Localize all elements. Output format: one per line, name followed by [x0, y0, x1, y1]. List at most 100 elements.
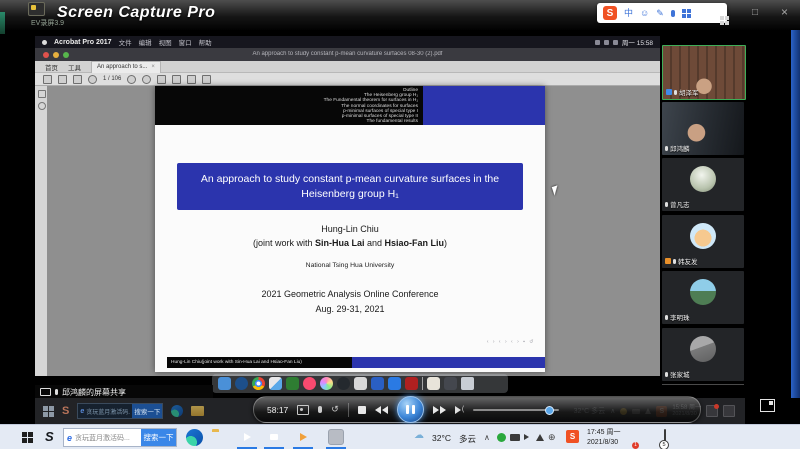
- search-icon[interactable]: [88, 75, 97, 84]
- comment-icon[interactable]: [187, 75, 196, 84]
- mic-icon[interactable]: [671, 10, 675, 17]
- close-tab-icon[interactable]: ×: [151, 64, 155, 70]
- clock[interactable]: 17:45 周一 2021/8/30: [587, 428, 620, 447]
- page-indicator[interactable]: 1 / 106: [103, 76, 121, 82]
- apple-logo-icon[interactable]: [42, 40, 47, 45]
- message-icon[interactable]: [723, 405, 735, 417]
- participant-name: 邱鸿麟: [670, 143, 690, 153]
- sogou-taskbar-icon[interactable]: S: [62, 405, 69, 417]
- battery-icon[interactable]: [613, 40, 618, 45]
- loop-icon[interactable]: ↺: [331, 405, 339, 414]
- speaker-icon[interactable]: [524, 434, 529, 440]
- file-explorer-icon[interactable]: [191, 406, 204, 416]
- pencil-icon[interactable]: ✎: [656, 9, 664, 18]
- dock-meeting-icon[interactable]: [388, 377, 401, 390]
- pause-button[interactable]: [397, 396, 424, 423]
- zoom-out-icon[interactable]: [127, 75, 136, 84]
- dock-browser-icon[interactable]: [235, 377, 248, 390]
- participant-tile[interactable]: 李明珠: [662, 271, 744, 324]
- mac-dock[interactable]: [212, 374, 508, 393]
- print-icon[interactable]: [73, 75, 82, 84]
- sogou-input-toolbar[interactable]: S 中 ☺ ✎: [597, 3, 727, 23]
- dock-photos-icon[interactable]: [320, 377, 333, 390]
- search-button[interactable]: 搜索一下: [141, 429, 176, 446]
- security-tray-icon[interactable]: [497, 433, 506, 442]
- sogou-logo-icon[interactable]: S: [603, 6, 617, 20]
- participant-tile[interactable]: 韩友发: [662, 215, 744, 268]
- dock-files-icon[interactable]: [427, 377, 440, 390]
- participant-tile[interactable]: 曾凡志: [662, 158, 744, 211]
- page-fit-icon[interactable]: [157, 75, 166, 84]
- dock-chrome-icon[interactable]: [252, 377, 265, 390]
- status-icon[interactable]: [595, 40, 600, 45]
- search-button[interactable]: 搜索一下: [132, 404, 162, 418]
- rewind-button[interactable]: [375, 406, 388, 414]
- dock-finder-icon[interactable]: [218, 377, 231, 390]
- grid-icon[interactable]: [682, 9, 691, 18]
- wifi-icon[interactable]: [604, 40, 609, 45]
- start-button-icon[interactable]: [43, 406, 54, 417]
- sogou-taskbar-icon[interactable]: S: [45, 429, 54, 444]
- participant-tile[interactable]: 张家城: [662, 328, 744, 381]
- tray-chevron-icon[interactable]: ∧: [484, 433, 490, 442]
- weather-icon[interactable]: ☁: [414, 430, 424, 441]
- sogou-tray-icon[interactable]: S: [566, 430, 579, 443]
- highlight-icon[interactable]: [202, 75, 211, 84]
- rotate-icon[interactable]: [172, 75, 181, 84]
- app-icon[interactable]: [328, 429, 344, 445]
- participant-tile[interactable]: 胡泽军: [662, 45, 746, 100]
- taskbar-search-box[interactable]: e 贪玩蓝月激活码... 搜索一下: [77, 403, 163, 419]
- dock-maps-icon[interactable]: [269, 377, 282, 390]
- mic-icon[interactable]: [318, 406, 322, 413]
- attachments-panel-icon[interactable]: [38, 102, 46, 110]
- lang-toggle-icon[interactable]: 中: [624, 9, 633, 18]
- tab-tools[interactable]: 工具: [68, 62, 81, 72]
- action-center-icon[interactable]: 5: [664, 429, 666, 448]
- beamer-nav-icons[interactable]: ‹ › ‹ › ‹ › ▪ ↺: [487, 339, 535, 345]
- dock-trash-icon[interactable]: [461, 377, 474, 390]
- menubar-clock[interactable]: 周一 15:58: [622, 37, 653, 47]
- dock-excel-icon[interactable]: [286, 377, 299, 390]
- edge-icon[interactable]: [186, 429, 203, 446]
- dock-word-icon[interactable]: [371, 377, 384, 390]
- menu-edit[interactable]: 编辑: [139, 37, 152, 47]
- popout-icon[interactable]: [760, 399, 775, 412]
- volume-slider-knob[interactable]: [545, 406, 554, 415]
- dock-acrobat-icon[interactable]: [405, 377, 418, 390]
- fast-forward-button[interactable]: [433, 406, 446, 414]
- start-button-icon[interactable]: [22, 432, 33, 443]
- menubar-app-name[interactable]: Acrobat Pro 2017: [54, 39, 112, 46]
- weather-desc[interactable]: 多云: [459, 433, 476, 445]
- taskbar-search-box[interactable]: e 贪玩蓝月激活码... 搜索一下: [63, 428, 177, 447]
- keyboard-icon[interactable]: [510, 434, 520, 441]
- weather-temp[interactable]: 32°C: [432, 433, 451, 443]
- participant-tile[interactable]: 邱鸿麟: [662, 102, 744, 155]
- menu-help[interactable]: 帮助: [199, 37, 212, 47]
- bookmarks-panel-icon[interactable]: [38, 90, 46, 98]
- menu-file[interactable]: 文件: [119, 37, 132, 47]
- edge-icon[interactable]: [171, 405, 183, 417]
- menu-icon[interactable]: [43, 75, 52, 84]
- stop-button[interactable]: [358, 406, 366, 414]
- menu-view[interactable]: 视图: [159, 37, 172, 47]
- dock-texshop-icon[interactable]: [354, 377, 367, 390]
- emoji-icon[interactable]: ☺: [640, 9, 649, 18]
- player-layout-icon[interactable]: [720, 16, 729, 25]
- maximize-button[interactable]: □: [752, 7, 758, 18]
- accessibility-icon[interactable]: ⊕: [548, 432, 556, 443]
- document-tab[interactable]: An approach to s... ×: [91, 61, 161, 73]
- mic-icon: [674, 90, 677, 95]
- menu-window[interactable]: 窗口: [179, 37, 192, 47]
- snapshot-icon[interactable]: [297, 405, 309, 415]
- network-icon[interactable]: [536, 434, 544, 441]
- volume-icon[interactable]: (: [455, 406, 464, 414]
- volume-slider[interactable]: [473, 409, 559, 411]
- dock-notes-icon[interactable]: [444, 377, 457, 390]
- notification-icon[interactable]: [706, 405, 718, 417]
- dock-music-icon[interactable]: [303, 377, 316, 390]
- zoom-in-icon[interactable]: [142, 75, 151, 84]
- close-button[interactable]: ×: [781, 5, 788, 19]
- save-icon[interactable]: [58, 75, 67, 84]
- dock-github-icon[interactable]: [337, 377, 350, 390]
- tab-home[interactable]: 首页: [45, 62, 58, 72]
